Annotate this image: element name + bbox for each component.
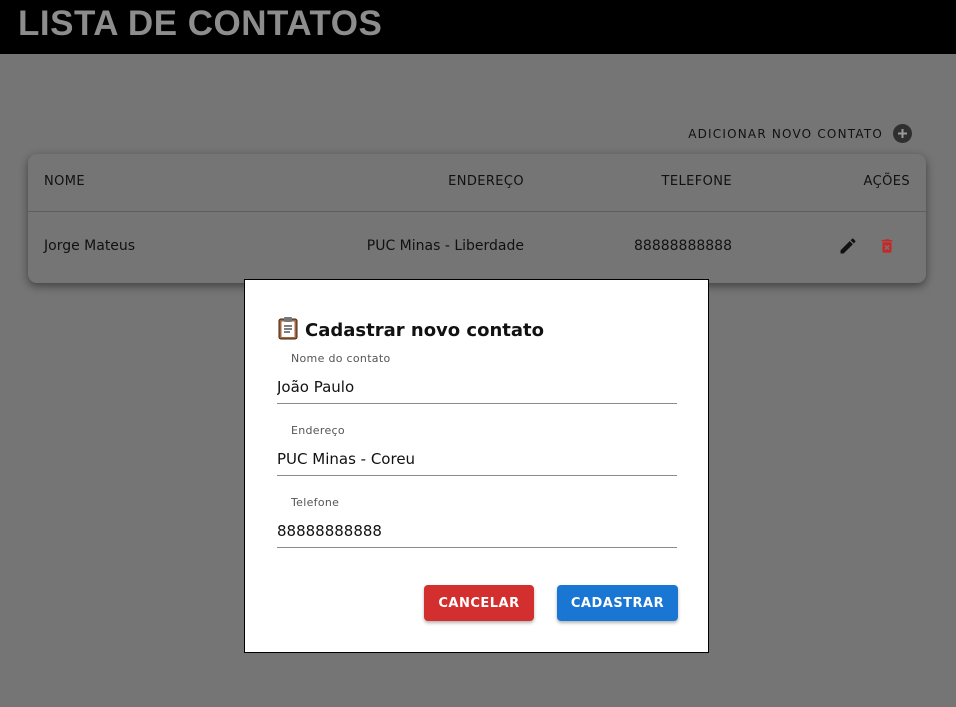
contacts-table: NOME ENDEREÇO TELEFONE AÇÕES Jorge Mateu… xyxy=(28,154,926,283)
dialog-title-text: Cadastrar novo contato xyxy=(305,320,544,341)
phone-input[interactable] xyxy=(277,514,677,548)
contact-name: Jorge Mateus xyxy=(44,238,136,254)
table-header: NOME ENDEREÇO TELEFONE AÇÕES xyxy=(28,154,926,212)
column-header-name: NOME xyxy=(44,174,85,189)
address-input[interactable] xyxy=(277,442,677,476)
plus-circle-icon xyxy=(893,124,912,143)
app-title: LISTA DE CONTATOS xyxy=(18,4,383,43)
contact-name-input[interactable] xyxy=(277,370,677,404)
add-contact-label: ADICIONAR NOVO CONTATO xyxy=(688,126,883,141)
contact-name-field: Nome do contato xyxy=(277,352,677,408)
top-app-bar: LISTA DE CONTATOS xyxy=(0,0,956,54)
clipboard-icon xyxy=(277,316,299,345)
address-field: Endereço xyxy=(277,424,677,480)
add-contact-button[interactable]: ADICIONAR NOVO CONTATO xyxy=(688,124,912,143)
delete-trash-icon[interactable] xyxy=(878,236,896,260)
dialog-title: Cadastrar novo contato xyxy=(277,316,544,345)
column-header-actions: AÇÕES xyxy=(863,174,910,189)
contact-name-label: Nome do contato xyxy=(291,352,391,365)
column-header-phone: TELEFONE xyxy=(661,174,732,189)
column-header-address: ENDEREÇO xyxy=(448,174,524,189)
address-label: Endereço xyxy=(291,424,345,437)
contact-address: PUC Minas - Liberdade xyxy=(366,238,524,254)
phone-label: Telefone xyxy=(291,496,340,509)
cancel-button[interactable]: CANCELAR xyxy=(424,585,534,621)
phone-field: Telefone xyxy=(277,496,677,552)
new-contact-dialog: Cadastrar novo contato Nome do contato E… xyxy=(244,279,709,653)
edit-pencil-icon[interactable] xyxy=(838,236,858,260)
contact-phone: 88888888888 xyxy=(634,238,732,254)
submit-button[interactable]: CADASTRAR xyxy=(557,585,678,621)
